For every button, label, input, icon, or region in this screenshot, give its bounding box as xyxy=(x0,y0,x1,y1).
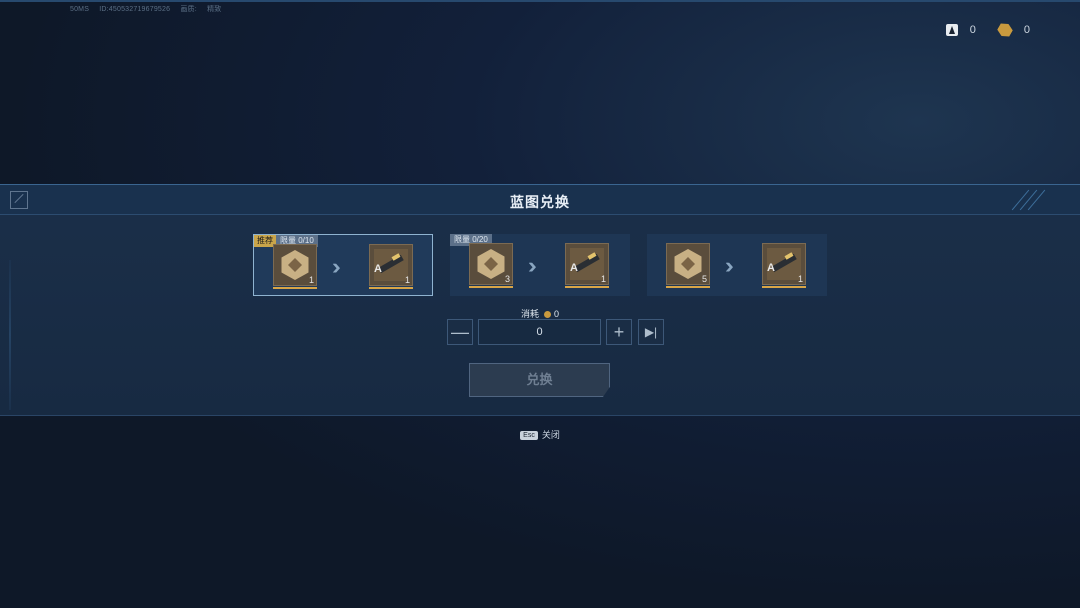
quality-value: 精致 xyxy=(207,6,222,13)
grade-letter: A xyxy=(570,262,578,274)
currency-bar: 0 0 xyxy=(932,23,1030,37)
blueprint-icon xyxy=(477,249,505,279)
output-qty: 1 xyxy=(600,274,606,284)
ping-text: 50MS xyxy=(70,6,90,13)
debug-info: 50MS ID:450532719679526 画质: 精致 xyxy=(70,4,229,14)
currency-gold: 0 xyxy=(998,23,1030,37)
max-button[interactable]: ▶| xyxy=(638,319,664,345)
exchange-option-1[interactable]: 推荐 限量 0/10 1 ›› A 1 xyxy=(253,234,433,296)
player-id-text: ID:450532719679526 xyxy=(99,6,171,13)
exchange-panel: 蓝图兑换 推荐 限量 0/10 1 ›› A 1 限量 0/20 3 ›› A … xyxy=(0,184,1080,416)
currency-gold-value: 0 xyxy=(1023,24,1030,36)
double-chevron-icon: ›› xyxy=(725,253,733,278)
exchange-button[interactable]: 兑换 xyxy=(469,363,610,397)
blueprint-icon xyxy=(281,250,309,280)
decorative-stripes xyxy=(1010,189,1050,211)
close-label: 关闭 xyxy=(541,430,560,440)
grade-letter: A xyxy=(374,263,382,275)
currency-a-value: 0 xyxy=(969,24,976,36)
input-qty: 1 xyxy=(308,275,314,285)
exchange-option-3[interactable]: 5 ›› A 1 xyxy=(647,234,827,296)
a-token-icon xyxy=(945,24,958,36)
currency-a: 0 xyxy=(945,24,976,36)
panel-header: 蓝图兑换 xyxy=(0,185,1080,215)
cost-label: 消耗 xyxy=(520,309,539,319)
blueprint-input-slot: 3 xyxy=(469,243,513,288)
double-chevron-icon: ›› xyxy=(528,253,536,278)
weapon-output-slot: A 1 xyxy=(762,243,806,288)
double-chevron-icon: ›› xyxy=(332,254,340,279)
cost-value: 0 xyxy=(554,309,560,319)
top-border xyxy=(0,0,1080,2)
weapon-output-slot: A 1 xyxy=(369,244,413,289)
exchange-option-2[interactable]: 限量 0/20 3 ›› A 1 xyxy=(450,234,630,296)
esc-key-badge: Esc xyxy=(520,431,538,440)
panel-title: 蓝图兑换 xyxy=(510,194,570,210)
quality-label: 画质: xyxy=(180,6,197,13)
input-qty: 5 xyxy=(701,274,707,284)
left-decor-rail xyxy=(9,260,11,410)
quantity-field[interactable]: 0 xyxy=(478,319,601,345)
output-qty: 1 xyxy=(797,274,803,284)
gold-hex-coin-icon xyxy=(995,20,1014,39)
decrease-button[interactable]: — xyxy=(447,319,473,345)
blueprint-icon xyxy=(674,249,702,279)
weapon-output-slot: A 1 xyxy=(565,243,609,288)
blueprint-input-slot: 1 xyxy=(273,244,317,289)
increase-button[interactable]: + xyxy=(606,319,632,345)
blueprint-input-slot: 5 xyxy=(666,243,710,288)
grade-letter: A xyxy=(767,262,775,274)
output-qty: 1 xyxy=(404,275,410,285)
input-qty: 3 xyxy=(504,274,510,284)
coin-icon xyxy=(544,311,551,318)
close-hint[interactable]: Esc 关闭 xyxy=(0,428,1080,441)
